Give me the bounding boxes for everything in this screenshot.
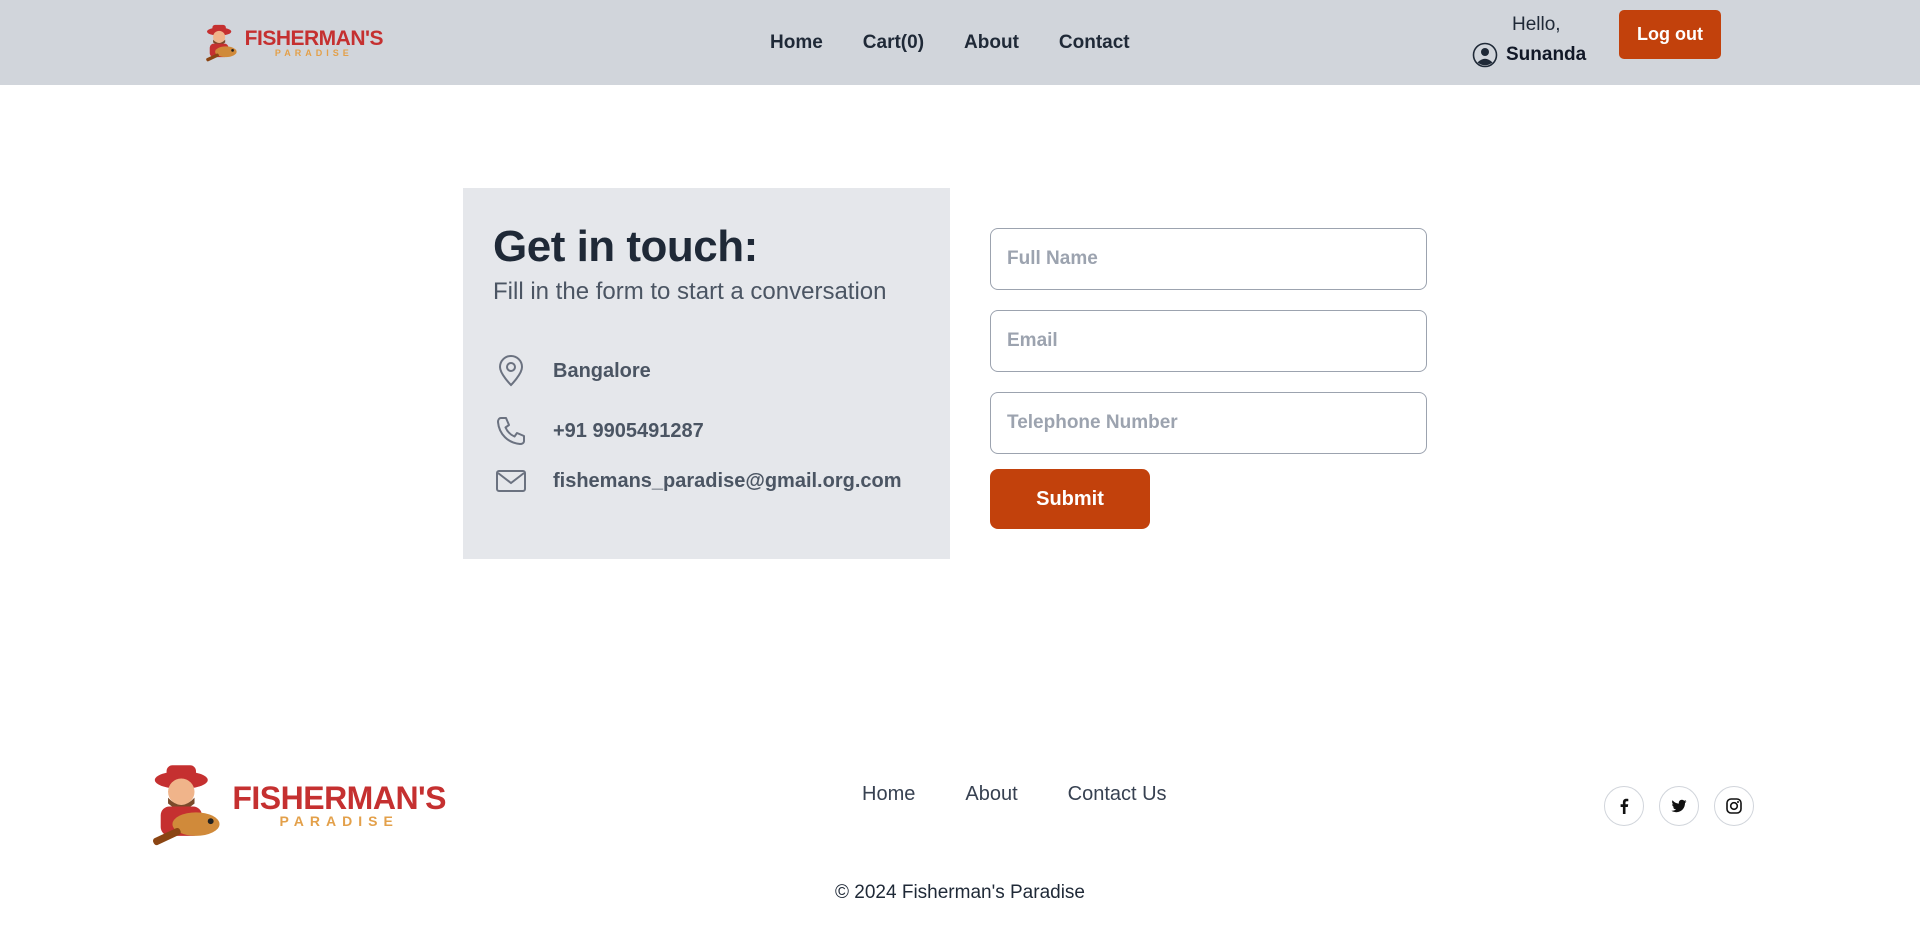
email-row: fishemans_paradise@gmail.org.com (493, 463, 902, 499)
social-links (1604, 786, 1754, 826)
footer-nav: Home About Contact Us (862, 783, 1167, 806)
contact-subtitle: Fill in the form to start a conversation (493, 278, 887, 305)
instagram-link[interactable] (1714, 786, 1754, 826)
facebook-icon (1620, 798, 1629, 814)
instagram-icon (1726, 798, 1742, 814)
email-text: fishemans_paradise@gmail.org.com (553, 469, 902, 492)
map-pin-icon (498, 355, 524, 387)
logo-tagline: PARADISE (279, 813, 399, 829)
logo-tagline: PARADISE (274, 48, 353, 58)
footer-logo[interactable]: FISHERMAN'S PARADISE (146, 752, 446, 858)
user-avatar-icon (1472, 42, 1498, 68)
email-input[interactable] (990, 310, 1427, 372)
top-navbar: FISHERMAN'S PARADISE Home Cart(0) About … (0, 0, 1920, 85)
contact-title: Get in touch: (493, 222, 758, 271)
full-name-input[interactable] (990, 228, 1427, 290)
fisherman-mascot-icon (206, 24, 237, 62)
phone-text: +91 9905491287 (553, 419, 704, 442)
username: Sunanda (1506, 44, 1587, 65)
footer-nav-home[interactable]: Home (862, 783, 915, 806)
contact-info-panel: Get in touch: Fill in the form to start … (463, 188, 950, 559)
facebook-link[interactable] (1604, 786, 1644, 826)
nav-home[interactable]: Home (770, 32, 823, 54)
greeting-text: Hello, (1512, 14, 1561, 35)
nav-contact[interactable]: Contact (1059, 32, 1130, 54)
logo-title: FISHERMAN'S (244, 27, 384, 50)
mail-icon (496, 470, 526, 492)
location-text: Bangalore (553, 359, 651, 382)
phone-row: +91 9905491287 (493, 413, 704, 449)
user-greeting: Hello, Sunanda (1472, 14, 1592, 68)
phone-icon (497, 417, 525, 445)
copyright: © 2024 Fisherman's Paradise (835, 882, 1085, 903)
logout-button[interactable]: Log out (1619, 10, 1721, 59)
nav-about[interactable]: About (964, 32, 1019, 54)
location-row: Bangalore (493, 353, 651, 389)
user-block: Sunanda (1472, 42, 1592, 68)
telephone-input[interactable] (990, 392, 1427, 454)
twitter-icon (1671, 799, 1687, 813)
submit-button[interactable]: Submit (990, 469, 1150, 529)
main-nav: Home Cart(0) About Contact (770, 32, 1130, 54)
nav-cart[interactable]: Cart(0) (863, 32, 924, 54)
fisherman-mascot-icon (152, 765, 220, 846)
footer-nav-contact-us[interactable]: Contact Us (1068, 783, 1167, 806)
header-logo[interactable]: FISHERMAN'S PARADISE (203, 12, 384, 74)
footer-nav-about[interactable]: About (965, 783, 1017, 806)
twitter-link[interactable] (1659, 786, 1699, 826)
logo-title: FISHERMAN'S (232, 780, 446, 816)
